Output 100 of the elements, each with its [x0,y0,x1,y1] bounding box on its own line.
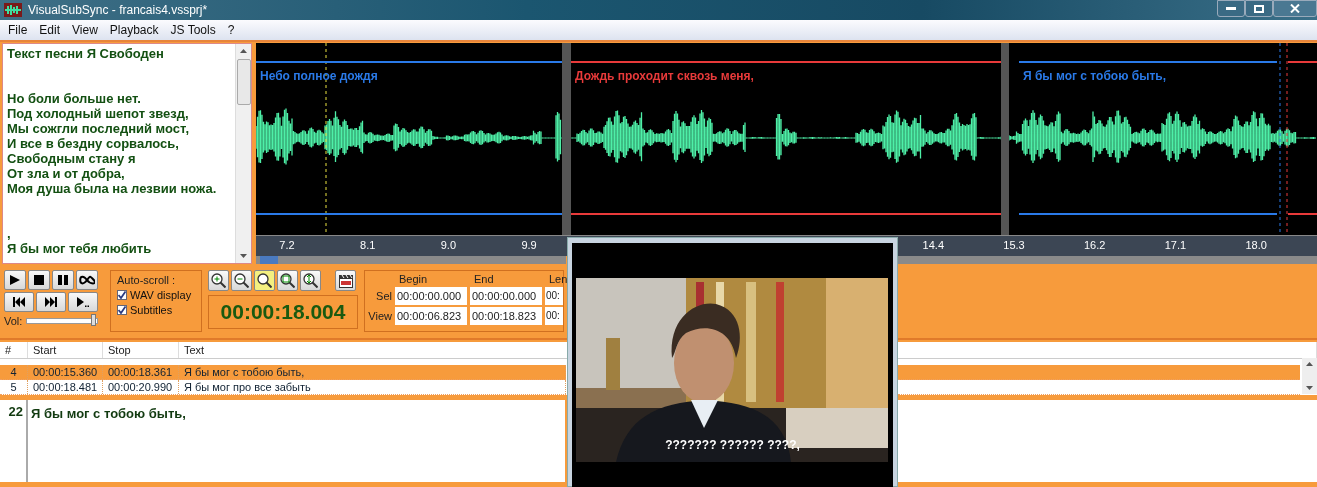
checkbox-label[interactable]: Subtitles [130,304,173,316]
checkbox[interactable] [117,305,127,315]
close-button[interactable] [1273,0,1317,17]
clapperboard-button[interactable] [335,270,356,291]
lyrics-line: Я бы мог тебя любить [7,241,153,256]
checkbox[interactable] [117,290,127,300]
pause-button[interactable] [52,270,74,290]
minimize-button[interactable] [1217,0,1245,17]
close-icon [1290,4,1300,13]
tick-label: 15.3 [1003,239,1024,251]
play-icon [10,275,20,285]
table-row[interactable]: 5 00:00:18.481 00:00:20.990 Я бы мог про все забыть [0,380,566,395]
scrollbar[interactable] [235,44,251,263]
menu-item[interactable]: ? [221,23,241,37]
clapperboard-icon [338,273,353,288]
stop-button[interactable] [28,270,50,290]
magnifier-icon [280,273,295,288]
time-field[interactable]: 00:00:06.823 [395,307,467,325]
menu-item[interactable]: File [2,23,34,37]
tick-label: 9.9 [520,239,538,251]
scroll-down-icon[interactable] [1306,386,1313,390]
table-cell: 00:00:18.481 [28,380,103,394]
scrollbar[interactable] [1302,358,1317,394]
subtitle-region[interactable] [1019,61,1277,215]
time-display: 00:00:18.004 [208,295,358,329]
time-field[interactable]: 00:00:18.823 [470,307,542,325]
menu-item[interactable]: JS Tools [164,23,222,37]
volume-label: Vol: [4,315,23,327]
zoom-all-button[interactable] [277,270,298,291]
row-label: View [368,310,392,322]
scroll-down-icon[interactable] [240,254,247,258]
tick-label: 16.2 [1084,239,1104,251]
column-header[interactable]: Start [28,342,103,358]
menu-item[interactable]: Playback [103,23,165,37]
zoom-out-button[interactable] [231,270,252,291]
menu-item[interactable]: Edit [33,23,67,37]
lyrics-line: Моя душа была на лезвии ножа. [7,181,218,196]
table-row[interactable]: 4 00:00:15.360 00:00:18.361 Я бы мог с тобою быть, [0,365,566,380]
subtitle-region[interactable] [256,61,562,215]
infinity-icon [79,275,95,285]
play-to-end-button[interactable] [68,292,98,312]
scrollbar-thumb[interactable] [236,59,251,105]
video-subtitle: ??????? ?????? ????, [664,438,801,452]
skip-forward-icon [45,297,57,307]
autoscroll-label: Auto-scroll : [117,274,177,286]
subtitle-text[interactable]: Я бы мог с тобою быть, [31,406,186,421]
magnifier-icon [211,273,226,288]
maximize-icon [1254,4,1264,13]
scroll-up-icon[interactable] [240,49,247,53]
tick-label: 8.1 [359,239,377,251]
lyrics-line: И все в бездну сорвалось, [7,136,180,151]
zoom-in-button[interactable] [208,270,229,291]
checkbox-label[interactable]: WAV display [130,289,192,301]
time-field[interactable]: 00: [545,307,563,325]
time-field[interactable]: 00:00:00.000 [470,287,542,305]
lyrics-line: От зла и от добра, [7,166,126,181]
table-cell: Я бы мог с тобою быть, [179,365,566,379]
magnifier-icon [234,273,249,288]
subtitle-region[interactable] [571,61,1001,215]
zoom-selection-button[interactable] [254,270,275,291]
table-cell: 00:00:15.360 [28,365,103,379]
lyrics-line: Под холодный шепот звезд, [7,106,190,121]
lyrics-line: Но боли больше нет. [7,91,142,106]
tick-label: 9.0 [439,239,458,251]
play-dots-icon [77,297,89,307]
tick-label: 14.4 [922,239,943,251]
lyrics-line: , [7,226,12,241]
tick-label: 17.1 [1164,239,1185,251]
line-number: 22 [0,400,28,482]
editor-background[interactable]: Я бы мог с тобою быть, [28,400,565,482]
table-cell: 00:00:20.990 [103,380,179,394]
maximize-button[interactable] [1245,0,1273,17]
stop-icon [34,275,44,285]
slider-thumb[interactable] [90,314,96,326]
menu-item[interactable]: View [66,23,104,37]
minimize-icon [1226,7,1236,10]
column-header[interactable]: Stop [103,342,179,358]
scrollbar-thumb[interactable] [260,256,278,264]
time-field[interactable]: 00: [545,287,563,305]
magnifier-icon [257,273,272,288]
previous-button[interactable] [4,292,34,312]
loop-button[interactable] [76,270,98,290]
column-header[interactable]: # [0,342,28,358]
scroll-up-icon[interactable] [1306,362,1313,366]
tick-label: 7.2 [278,239,296,251]
next-button[interactable] [36,292,66,312]
magnifier-icon [303,273,318,288]
play-button[interactable] [4,270,26,290]
lyrics-title: Текст песни Я Свободен [7,46,165,61]
subtitle-label: Я бы мог с тобою быть, [1023,69,1166,83]
app-icon [4,3,22,17]
column-label: End [473,273,495,285]
tick-label: 18.0 [1245,239,1266,251]
table-cell: 5 [0,380,28,394]
scrollbar-track[interactable] [898,256,1317,264]
scrollbar[interactable] [256,256,566,264]
time-field[interactable]: 00:00:00.000 [395,287,467,305]
subtitle-label: Дождь проходит сквозь меня, [575,69,754,83]
vertical-zoom-button[interactable] [300,270,321,291]
column-label: Begin [398,273,429,285]
